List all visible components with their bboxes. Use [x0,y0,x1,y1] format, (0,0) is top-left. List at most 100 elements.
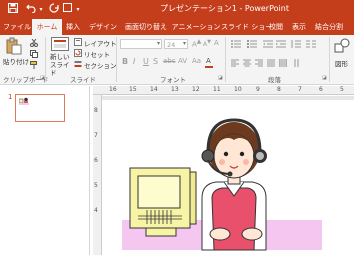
slide-number: 1 [8,93,13,101]
new-slide-icon [51,37,69,51]
ruler-tick: 6 [94,157,98,164]
ruler-tick: 12 [192,86,200,93]
window-title: プレゼンテーション1 - PowerPoint [160,4,289,13]
thumbnail-clipart-image [19,97,29,105]
ruler-tick: 7 [94,132,98,139]
tab-view[interactable]: 表示 [288,19,310,35]
save-icon[interactable] [6,3,20,16]
ruler-tick: 16 [109,86,117,93]
clear-formatting-icon[interactable]: A [214,39,219,47]
ruler-tick: 14 [150,86,158,93]
shapes-button[interactable]: 図形 [332,38,352,72]
bullets-icon[interactable] [231,40,241,48]
tab-design[interactable]: デザイン [86,19,120,35]
paste-button[interactable]: 貼り付け [3,37,29,71]
shadow-icon[interactable]: S [153,57,158,66]
strikethrough-icon[interactable]: abc [163,57,176,65]
slide-thumbnail[interactable] [15,94,65,122]
paste-label: 貼り付け [3,58,29,66]
new-slide-label: 新しい スライド [50,53,70,77]
columns-icon[interactable] [306,40,316,48]
cut-icon[interactable] [30,38,38,47]
font-launcher-icon[interactable]: ◪ [218,75,223,81]
reset-label: リセット [84,51,110,59]
chevron-down-icon: ▾ [182,40,186,47]
italic-icon[interactable]: I [133,57,135,66]
title-bar: ▾ ▾ プレゼンテーション1 - PowerPoint [0,0,354,19]
ruler-tick: 9 [256,86,260,93]
ruler-tick: 7 [298,86,302,93]
paragraph-launcher-icon[interactable]: ◪ [322,75,327,81]
ruler-tick: 8 [94,107,98,114]
separator [45,37,46,82]
separator [116,37,117,82]
shrink-font-icon[interactable]: A▼ [203,39,211,48]
ruler-tick: 11 [213,86,221,93]
operator-clipart-image[interactable] [102,100,354,255]
layout-icon [74,38,82,46]
tab-insert[interactable]: 挿入 [62,19,84,35]
slide[interactable] [102,100,354,255]
copy-icon[interactable] [30,50,38,58]
font-name-dropdown[interactable]: ▾ [120,39,162,49]
ruler-tick: 5 [94,182,98,189]
ruler-tick: 15 [129,86,137,93]
tab-transitions[interactable]: 画面切り替え [122,19,170,35]
format-painter-icon[interactable] [30,61,38,69]
reset-icon [74,49,82,57]
justify-icon[interactable] [267,59,275,67]
font-size-dropdown[interactable]: 24 ▾ [164,39,188,49]
align-right-icon[interactable] [255,59,263,67]
align-left-icon[interactable] [231,59,239,67]
tab-animations[interactable]: アニメーション [171,19,221,35]
vertical-ruler: 8 7 6 5 4 [93,95,102,255]
text-direction-icon[interactable] [293,59,301,67]
font-color-icon[interactable]: A [206,57,211,65]
shapes-icon [334,38,350,53]
ruler-tick: 6 [319,86,323,93]
ruler-tick: 8 [277,86,281,93]
font-size-value: 24 [167,41,176,49]
tab-slideshow[interactable]: スライド ショー [221,19,272,35]
ruler-tick: 4 [94,207,98,214]
decrease-indent-icon[interactable] [263,40,273,48]
new-slide-button[interactable]: 新しい スライド [48,37,72,77]
horizontal-ruler: 16 15 14 13 12 11 10 9 8 7 6 5 [93,86,354,95]
section-label: セクション [84,62,117,70]
char-spacing-icon[interactable]: AV [178,57,187,65]
underline-icon[interactable]: U [143,57,149,66]
group-label-slides: スライド [70,76,96,84]
group-label-font: フォント [160,76,186,84]
reset-button[interactable]: リセット [74,49,114,59]
layout-button[interactable]: レイアウト [74,38,117,48]
undo-dropdown-icon[interactable]: ▾ [38,3,44,16]
customize-qat-icon[interactable]: ▾ [74,3,82,16]
layout-label: レイアウト [84,40,117,48]
group-label-paragraph: 段落 [268,76,281,84]
change-case-icon[interactable]: Aa [192,57,201,65]
grow-font-icon[interactable]: A▲ [192,39,201,48]
ruler-tick: 13 [171,86,179,93]
section-button[interactable]: セクション [74,60,117,70]
presentation-icon[interactable] [62,3,72,16]
ribbon: 貼り付け クリップボード ◪ 新しい スライド レイアウト リセット セクション… [0,35,354,85]
bold-icon[interactable]: B [122,57,128,66]
increase-indent-icon[interactable] [276,40,286,48]
tab-home[interactable]: ホーム [32,19,62,35]
line-spacing-icon[interactable] [291,40,301,48]
chevron-down-icon: ▾ [156,40,160,47]
tab-review[interactable]: 校閲 [265,19,287,35]
slide-editor-canvas [102,96,354,255]
redo-icon[interactable] [48,3,60,16]
tab-merge-split[interactable]: 結合分割 [312,19,346,35]
ruler-tick: 5 [340,86,344,93]
undo-icon[interactable] [24,3,38,16]
separator [225,37,226,82]
font-color-swatch [205,66,213,68]
section-icon [74,61,82,67]
paste-icon [6,37,22,55]
numbering-icon[interactable] [247,40,257,48]
tab-file[interactable]: ファイル [2,19,32,35]
align-center-icon[interactable] [243,59,251,67]
distributed-icon[interactable] [279,59,287,67]
